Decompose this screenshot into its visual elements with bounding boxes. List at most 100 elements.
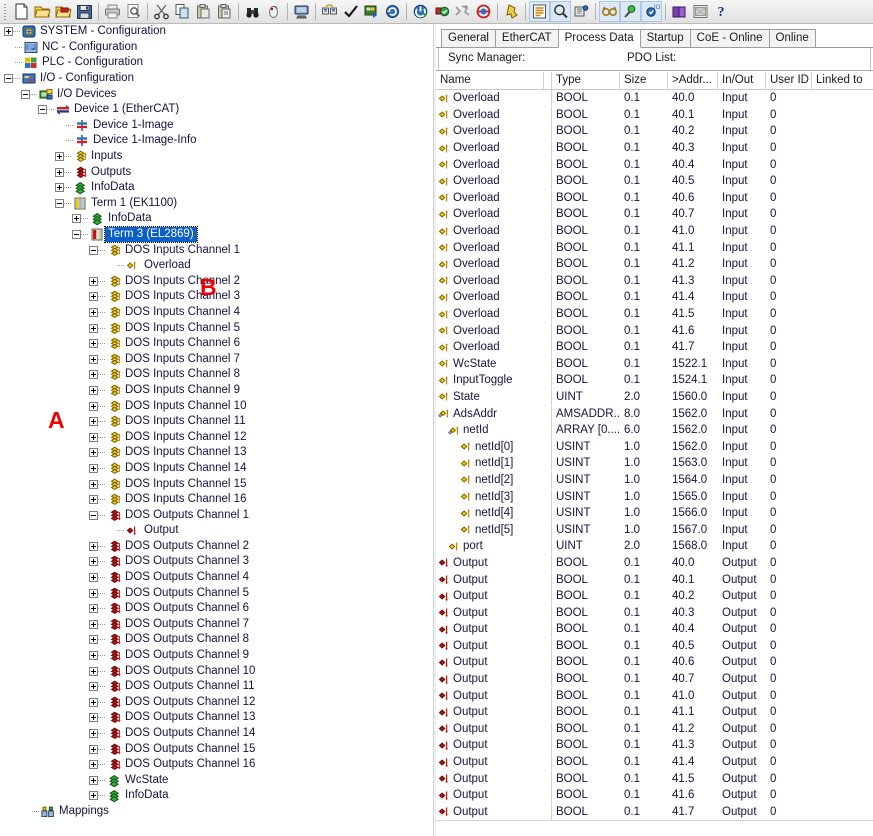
documentation-book-icon[interactable] [669,1,690,22]
cell-inout[interactable]: Output [718,671,766,687]
table-row[interactable]: Overload BOOL 0.1 41.1 Input 0 [436,239,873,256]
cell-name[interactable]: Output [436,654,544,670]
cell-size[interactable]: 0.1 [620,256,668,272]
expand-plus-icon[interactable] [89,448,98,458]
cell-size[interactable]: 0.1 [620,90,668,106]
cell-inout[interactable]: Output [718,804,766,820]
expand-plus-icon[interactable] [89,292,98,302]
cell-inout[interactable]: Output [718,787,766,803]
table-row[interactable]: Overload BOOL 0.1 40.4 Input 0 [436,156,873,173]
cell-name[interactable]: netId[4] [436,505,544,521]
cell-inout[interactable]: Input [718,406,766,422]
cell-inout[interactable]: Input [718,107,766,123]
cell-name[interactable]: Overload [436,223,544,239]
cell-linked-to[interactable] [812,173,873,189]
cell-address[interactable]: 1562.0 [668,406,718,422]
cell-inout[interactable]: Output [718,721,766,737]
table-row[interactable]: Overload BOOL 0.1 41.0 Input 0 [436,223,873,240]
cell-address[interactable]: 41.3 [668,273,718,289]
cell-name[interactable]: port [436,538,544,554]
cell-inout[interactable]: Input [718,90,766,106]
cell-user-id[interactable]: 0 [766,323,812,339]
cell-user-id[interactable]: 0 [766,721,812,737]
tree-node-label[interactable]: Term 3 (EL2869) [104,226,198,244]
cell-linked-to[interactable] [812,472,873,488]
cell-address[interactable]: 1563.0 [668,455,718,471]
tree-node[interactable]: DOS Inputs Channel 4 [0,305,433,321]
cell-name[interactable]: Overload [436,90,544,106]
cell-address[interactable]: 41.4 [668,289,718,305]
tab-online[interactable]: Online [768,29,816,47]
column-header-blank[interactable] [544,71,552,89]
expand-plus-icon[interactable] [89,604,98,614]
expand-plus-icon[interactable] [89,744,98,754]
tree-node-label[interactable]: DOS Inputs Channel 5 [122,321,240,336]
cell-inout[interactable]: Input [718,439,766,455]
cell-user-id[interactable]: 0 [766,505,812,521]
tree-node[interactable]: Inputs [0,149,433,165]
cell-linked-to[interactable] [812,323,873,339]
cell-name[interactable]: Overload [436,206,544,222]
table-row[interactable]: Output BOOL 0.1 40.3 Output 0 [436,604,873,621]
cell-linked-to[interactable] [812,422,873,438]
table-row[interactable]: Overload BOOL 0.1 41.5 Input 0 [436,306,873,323]
save-icon[interactable] [74,1,95,22]
cell-inout[interactable]: Input [718,422,766,438]
cell-address[interactable]: 40.3 [668,140,718,156]
cell-size[interactable]: 0.1 [620,787,668,803]
cell-user-id[interactable]: 0 [766,555,812,571]
tree-node-label[interactable]: DOS Inputs Channel 3 [122,289,240,304]
tree-node[interactable]: DOS Outputs Channel 16 [0,757,433,773]
table-row[interactable]: Output BOOL 0.1 41.0 Output 0 [436,687,873,704]
tree-node-label[interactable]: DOS Inputs Channel 1 [122,243,240,258]
table-row[interactable]: Output BOOL 0.1 41.2 Output 0 [436,720,873,738]
table-row[interactable]: netId ARRAY [0.... 6.0 1562.0 Input 0 [436,422,873,439]
cell-address[interactable]: 1564.0 [668,472,718,488]
cell-linked-to[interactable] [812,406,873,422]
cell-linked-to[interactable] [812,654,873,670]
expand-plus-icon[interactable] [89,635,98,645]
cell-type[interactable]: BOOL [552,621,620,637]
cell-address[interactable]: 1565.0 [668,489,718,505]
cell-linked-to[interactable] [812,737,873,753]
cell-address[interactable]: 41.6 [668,787,718,803]
cell-linked-to[interactable] [812,522,873,538]
cell-size[interactable]: 0.1 [620,605,668,621]
cell-name[interactable]: Overload [436,173,544,189]
cell-name[interactable]: Output [436,605,544,621]
cell-inout[interactable]: Input [718,123,766,139]
cell-address[interactable]: 41.7 [668,339,718,355]
cell-inout[interactable]: Input [718,389,766,405]
column-header-user-id[interactable]: User ID [766,71,812,89]
cell-user-id[interactable]: 0 [766,621,812,637]
cell-address[interactable]: 40.5 [668,173,718,189]
green-pin-icon[interactable] [620,1,641,22]
cell-name[interactable]: Overload [436,256,544,272]
cell-type[interactable]: BOOL [552,273,620,289]
tree-node[interactable]: DOS Outputs Channel 7 [0,617,433,633]
tree-node-label[interactable]: DOS Outputs Channel 7 [122,617,249,632]
expand-plus-icon[interactable] [89,651,98,661]
cell-type[interactable]: BOOL [552,771,620,787]
cell-address[interactable]: 40.5 [668,638,718,654]
configuration-tree[interactable]: SYSTEM - Configuration NC - Configuration… [0,24,433,836]
cell-name[interactable]: State [436,389,544,405]
cell-linked-to[interactable] [812,439,873,455]
cell-type[interactable]: USINT [552,522,620,538]
tree-node-label[interactable]: Output [141,523,179,538]
cell-user-id[interactable]: 0 [766,356,812,372]
cell-user-id[interactable]: 0 [766,90,812,106]
cell-address[interactable]: 40.6 [668,654,718,670]
cell-type[interactable]: BOOL [552,372,620,388]
cell-address[interactable]: 40.7 [668,671,718,687]
tree-node-label[interactable]: Mappings [56,804,109,819]
tree-node-label[interactable]: DOS Inputs Channel 10 [122,399,246,414]
cell-size[interactable]: 6.0 [620,422,668,438]
cell-type[interactable]: AMSADDR... [552,406,620,422]
cell-size[interactable]: 0.1 [620,572,668,588]
cell-name[interactable]: Output [436,754,544,770]
expand-plus-icon[interactable] [89,463,98,473]
collapse-minus-icon[interactable] [55,198,64,208]
cell-type[interactable]: BOOL [552,107,620,123]
cell-address[interactable]: 1560.0 [668,389,718,405]
